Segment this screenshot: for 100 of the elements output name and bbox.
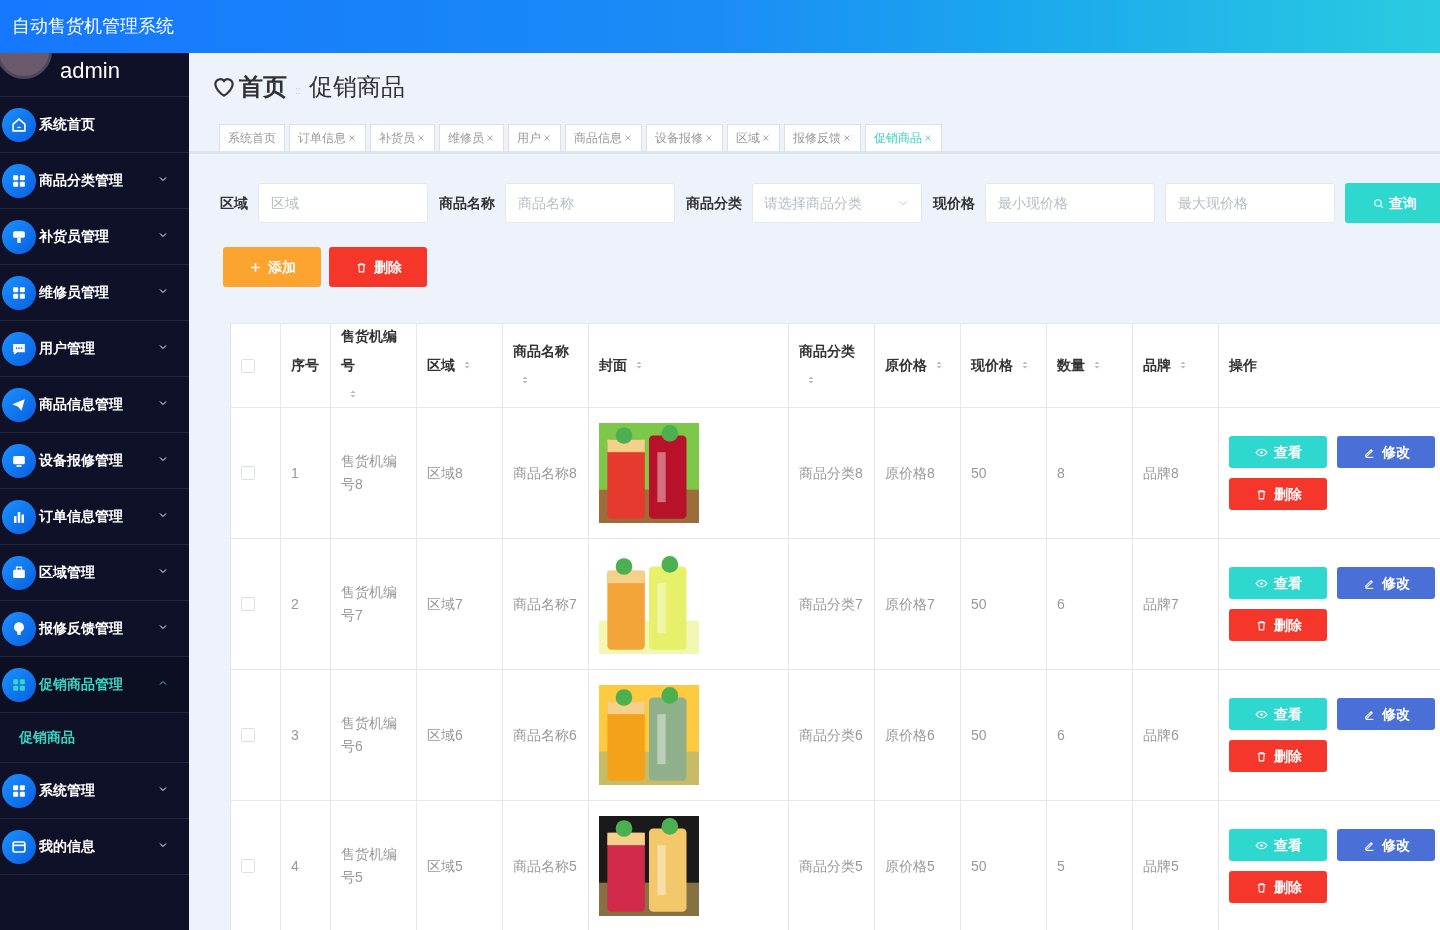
- user-name: admin: [60, 57, 120, 85]
- table-cell-text: 品牌7: [1143, 594, 1179, 614]
- table-cell-text: 商品名称7: [513, 594, 577, 614]
- input-field[interactable]: 最大现价格: [1165, 183, 1335, 223]
- table-cell-text: 商品名称5: [513, 856, 577, 876]
- table-cell-text: 1: [291, 463, 299, 483]
- tab[interactable]: 维修员: [439, 124, 504, 151]
- table-cell-text: 6: [1057, 725, 1065, 745]
- checkbox[interactable]: [241, 859, 255, 873]
- table-cell-text: 50: [971, 594, 987, 614]
- table-cell-text: 品牌5: [1143, 856, 1179, 876]
- breadcrumb-current: 促销商品: [308, 72, 405, 102]
- sidebar-item[interactable]: 促销商品管理: [0, 657, 189, 713]
- filter-label: 商品名称: [439, 193, 495, 213]
- filter-label: 现价格: [933, 193, 975, 213]
- select-field[interactable]: 请选择商品分类: [752, 183, 922, 223]
- table-cell-text: 2: [291, 594, 299, 614]
- column-header: 操作: [1229, 356, 1257, 375]
- checkbox[interactable]: [241, 728, 255, 742]
- table-cell-text: 区域7: [427, 594, 463, 614]
- add-button[interactable]: 添加: [223, 247, 321, 287]
- table-cell-text: 3: [291, 725, 299, 745]
- tab[interactable]: 设备报修: [646, 124, 723, 151]
- table-cell-text: 区域8: [427, 463, 463, 483]
- tab[interactable]: 报修反馈: [784, 124, 861, 151]
- table-cell-text: 4: [291, 856, 299, 876]
- checkbox[interactable]: [241, 466, 255, 480]
- table-cell-text: 区域6: [427, 725, 463, 745]
- edit-button[interactable]: 修改: [1337, 436, 1435, 468]
- submenu-item[interactable]: 促销商品: [0, 713, 189, 763]
- breadcrumb-link[interactable]: 首页: [239, 69, 287, 105]
- column-header: 售货机编号: [341, 327, 398, 375]
- table-cell-text: 原价格8: [885, 463, 935, 483]
- table-cell-text: 售货机编号7: [341, 583, 398, 625]
- tab[interactable]: 补货员: [370, 124, 435, 151]
- table-cell-text: 商品分类7: [799, 594, 863, 614]
- column-header: 序号: [291, 356, 319, 375]
- breadcrumb-separator: ::: [295, 83, 301, 98]
- column-header: 商品分类: [799, 341, 855, 361]
- sidebar-item[interactable]: 补货员管理: [0, 209, 189, 265]
- table-cell-text: 50: [971, 725, 987, 745]
- input-field[interactable]: 区域: [258, 183, 428, 223]
- table-cell-text: 品牌6: [1143, 725, 1179, 745]
- sidebar-item[interactable]: 订单信息管理: [0, 489, 189, 545]
- table-cell-text: 原价格7: [885, 594, 935, 614]
- filter-label: 区域: [220, 193, 248, 213]
- tab[interactable]: 商品信息: [565, 124, 642, 151]
- input-field[interactable]: 商品名称: [505, 183, 675, 223]
- column-header: 品牌: [1143, 356, 1171, 375]
- table-cell-text: 品牌8: [1143, 463, 1179, 483]
- table-cell-text: 50: [971, 856, 987, 876]
- sidebar-item[interactable]: 我的信息: [0, 819, 189, 875]
- delete-button[interactable]: 删除: [329, 247, 427, 287]
- delete-button[interactable]: 删除: [1229, 609, 1327, 641]
- sidebar-item[interactable]: 商品信息管理: [0, 377, 189, 433]
- checkbox[interactable]: [241, 358, 255, 373]
- sidebar-item[interactable]: 设备报修管理: [0, 433, 189, 489]
- sidebar-item[interactable]: 区域管理: [0, 545, 189, 601]
- table-cell-text: 区域5: [427, 856, 463, 876]
- search-icon: [1371, 196, 1385, 210]
- table-cell-text: 商品分类5: [799, 856, 863, 876]
- sidebar-item[interactable]: 系统首页: [0, 97, 189, 153]
- column-header: 封面: [599, 356, 627, 375]
- sidebar-item[interactable]: 维修员管理: [0, 265, 189, 321]
- edit-button[interactable]: 修改: [1337, 698, 1435, 730]
- tab[interactable]: 用户: [508, 124, 561, 151]
- checkbox[interactable]: [241, 597, 255, 611]
- column-header: 商品名称: [513, 341, 569, 361]
- plus-icon: [248, 260, 262, 274]
- column-header: 区域: [427, 356, 455, 375]
- table-cell-text: 50: [971, 463, 987, 483]
- edit-button[interactable]: 修改: [1337, 829, 1435, 861]
- table-cell-text: 售货机编号5: [341, 845, 398, 887]
- table-cell-text: 5: [1057, 856, 1065, 876]
- table-cell-text: 6: [1057, 594, 1065, 614]
- edit-button[interactable]: 修改: [1337, 567, 1435, 599]
- delete-button[interactable]: 删除: [1229, 871, 1327, 903]
- table-cell-text: 商品名称8: [513, 463, 577, 483]
- column-header: 数量: [1057, 356, 1085, 375]
- table-cell-text: 原价格6: [885, 725, 935, 745]
- table-cell-text: 原价格5: [885, 856, 935, 876]
- sidebar-item[interactable]: 商品分类管理: [0, 153, 189, 209]
- column-header: 现价格: [971, 356, 1013, 375]
- app-title: 自动售货机管理系统: [12, 15, 174, 38]
- table-cell-text: 商品分类8: [799, 463, 863, 483]
- table-cell-text: 商品分类6: [799, 725, 863, 745]
- filter-label: 商品分类: [686, 193, 742, 213]
- table-cell-text: 售货机编号8: [341, 452, 398, 494]
- tab[interactable]: 区域: [727, 124, 780, 151]
- table-cell-text: 8: [1057, 463, 1065, 483]
- table-cell-text: 售货机编号6: [341, 714, 398, 756]
- sidebar-item[interactable]: 系统管理: [0, 763, 189, 819]
- input-field[interactable]: 最小现价格: [985, 183, 1155, 223]
- tab[interactable]: 订单信息: [289, 124, 366, 151]
- table-cell-text: 商品名称6: [513, 725, 577, 745]
- column-header: 原价格: [885, 356, 927, 375]
- delete-button[interactable]: 删除: [1229, 740, 1327, 772]
- tab[interactable]: 系统首页: [219, 124, 285, 151]
- delete-button[interactable]: 删除: [1229, 478, 1327, 510]
- sidebar-item[interactable]: 用户管理: [0, 321, 189, 377]
